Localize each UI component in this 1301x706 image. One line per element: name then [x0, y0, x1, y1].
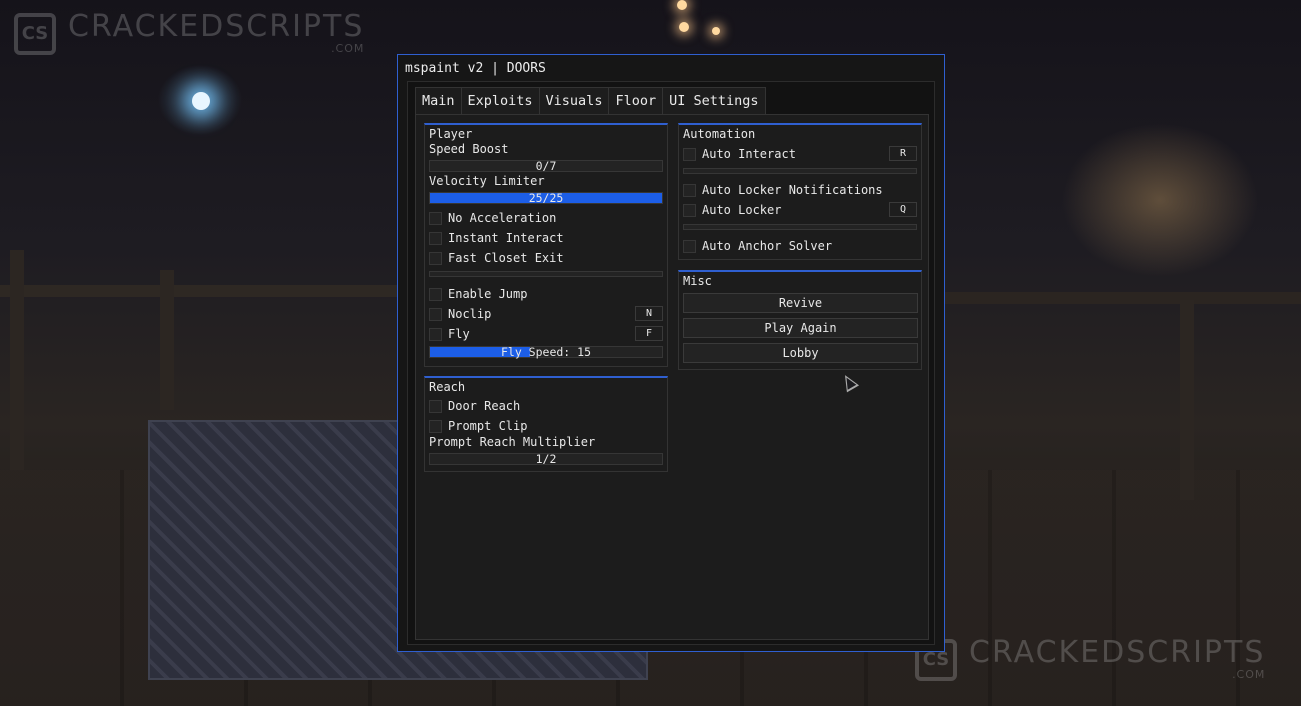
groupbox-title: Player [429, 127, 473, 141]
velocity-limiter-slider[interactable]: 25/25 [429, 192, 663, 204]
groupbox-title: Reach [429, 380, 466, 394]
groupbox-player: Player Speed Boost 0/7 Velocity Limiter … [424, 123, 668, 367]
watermark-text: CRACKEDSCRIPTS [68, 9, 365, 44]
toggle-auto-locker-notifications[interactable]: Auto Locker Notifications [683, 183, 883, 197]
section-divider [429, 271, 663, 277]
toggle-prompt-clip[interactable]: Prompt Clip [429, 419, 527, 433]
groupbox-reach: Reach Door Reach Prompt Clip Prompt Reac… [424, 376, 668, 472]
toggle-label: Auto Locker Notifications [702, 183, 883, 197]
checkbox[interactable] [683, 239, 696, 253]
toggle-label: Instant Interact [448, 231, 564, 245]
watermark-logo-icon: CS [14, 12, 56, 55]
toggle-label: Door Reach [448, 399, 521, 413]
checkbox[interactable] [429, 251, 442, 265]
background-post [10, 250, 24, 470]
speed-boost-label: Speed Boost [429, 142, 509, 156]
groupbox-title: Misc [683, 274, 712, 288]
toggle-door-reach[interactable]: Door Reach [429, 399, 520, 413]
speed-boost-slider[interactable]: 0/7 [429, 160, 663, 172]
groupbox-misc: Misc Revive Play Again Lobby [678, 270, 922, 370]
background-railing-left [0, 285, 400, 297]
lamp-icon [712, 27, 720, 35]
toggle-fly[interactable]: Fly [429, 327, 470, 341]
velocity-limiter-label: Velocity Limiter [429, 174, 545, 188]
watermark-bottom: CS CRACKEDSCRIPTS .COM [915, 638, 1265, 681]
auto-interact-keybind[interactable]: R [889, 146, 917, 161]
lamp-icon [677, 0, 687, 10]
watermark-top: CS CRACKEDSCRIPTS .COM [14, 12, 364, 55]
slider-value: 1/2 [535, 452, 557, 466]
checkbox[interactable] [683, 203, 696, 217]
toggle-enable-jump[interactable]: Enable Jump [429, 287, 527, 301]
toggle-label: No Acceleration [448, 211, 557, 225]
slider-value: 25/25 [528, 191, 564, 205]
window-title[interactable]: mspaint v2 | DOORS [405, 61, 546, 76]
background-post [1180, 300, 1194, 500]
tab-bar: Main Exploits Visuals Floor UI Settings [415, 87, 766, 115]
watermark-text: CRACKEDSCRIPTS [969, 635, 1266, 670]
checkbox[interactable] [429, 287, 442, 301]
tab-floor[interactable]: Floor [608, 87, 664, 115]
toggle-instant-interact[interactable]: Instant Interact [429, 231, 564, 245]
toggle-auto-locker[interactable]: Auto Locker [683, 203, 781, 217]
checkbox[interactable] [429, 307, 442, 321]
toggle-label: Auto Interact [702, 147, 796, 161]
toggle-label: Auto Anchor Solver [702, 239, 833, 253]
checkbox[interactable] [683, 147, 696, 161]
tab-visuals[interactable]: Visuals [538, 87, 610, 115]
mspaint-window[interactable]: mspaint v2 | DOORS Main Exploits Visuals… [397, 54, 945, 652]
fly-speed-slider[interactable]: Fly Speed: 15 [429, 346, 663, 358]
toggle-auto-interact[interactable]: Auto Interact [683, 147, 796, 161]
noclip-keybind[interactable]: N [635, 306, 663, 321]
play-again-button[interactable]: Play Again [683, 318, 918, 338]
guiding-light-icon [192, 92, 210, 110]
prompt-reach-multiplier-label: Prompt Reach Multiplier [429, 435, 596, 449]
toggle-label: Fly [448, 327, 470, 341]
groupbox-title: Automation [683, 127, 756, 141]
toggle-noclip[interactable]: Noclip [429, 307, 491, 321]
background-railing-right [945, 292, 1301, 304]
checkbox[interactable] [429, 211, 442, 225]
window-content: Main Exploits Visuals Floor UI Settings … [407, 81, 935, 645]
checkbox[interactable] [429, 399, 442, 413]
revive-button[interactable]: Revive [683, 293, 918, 313]
toggle-auto-anchor-solver[interactable]: Auto Anchor Solver [683, 239, 832, 253]
tab-exploits[interactable]: Exploits [460, 87, 540, 115]
tab-main[interactable]: Main [415, 87, 462, 115]
toggle-label: Prompt Clip [448, 419, 528, 433]
prompt-reach-multiplier-slider[interactable]: 1/2 [429, 453, 663, 465]
toggle-fast-closet-exit[interactable]: Fast Closet Exit [429, 251, 564, 265]
auto-locker-keybind[interactable]: Q [889, 202, 917, 217]
groupbox-automation: Automation Auto Interact R Auto Locker N… [678, 123, 922, 260]
toggle-label: Enable Jump [448, 287, 528, 301]
checkbox[interactable] [683, 183, 696, 197]
toggle-label: Auto Locker [702, 203, 782, 217]
lobby-button[interactable]: Lobby [683, 343, 918, 363]
tab-ui-settings[interactable]: UI Settings [662, 87, 766, 115]
toggle-label: Fast Closet Exit [448, 251, 564, 265]
checkbox[interactable] [429, 231, 442, 245]
lamp-icon [679, 22, 689, 32]
section-divider [683, 168, 917, 174]
section-divider [683, 224, 917, 230]
checkbox[interactable] [429, 419, 442, 433]
background-post [160, 270, 174, 410]
slider-value: Fly Speed: 15 [500, 345, 591, 359]
checkbox[interactable] [429, 327, 442, 341]
fly-keybind[interactable]: F [635, 326, 663, 341]
toggle-no-acceleration[interactable]: No Acceleration [429, 211, 556, 225]
toggle-label: Noclip [448, 307, 492, 321]
slider-value: 0/7 [535, 159, 557, 173]
